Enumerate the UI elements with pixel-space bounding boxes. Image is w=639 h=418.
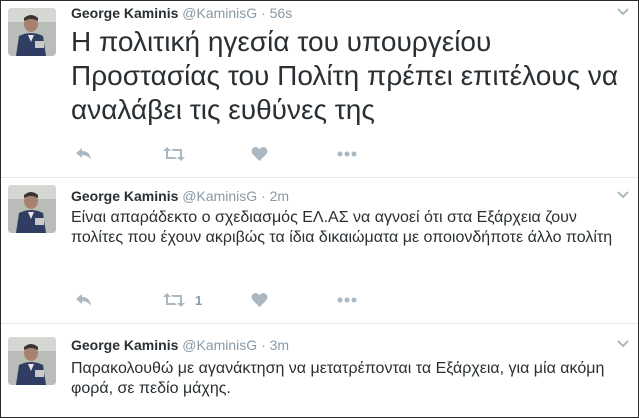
avatar[interactable] [8, 185, 56, 233]
tweet-time[interactable]: 3m [270, 337, 289, 353]
author-name[interactable]: George Kaminis [71, 337, 178, 353]
tweet[interactable]: George Kaminis @KaminisG · 2m Είναι απαρ… [1, 178, 638, 323]
timeline: George Kaminis @KaminisG · 56s Η πολιτικ… [0, 0, 639, 418]
time-separator: · [261, 337, 266, 353]
tweet-time[interactable]: 56s [270, 5, 293, 21]
retweet-count: 1 [195, 292, 203, 308]
retweet-icon[interactable]: 1 [163, 290, 202, 310]
chevron-down-icon[interactable] [616, 337, 630, 351]
tweet-actions: 1 [75, 290, 375, 310]
chevron-down-icon[interactable] [616, 188, 630, 202]
chevron-down-icon[interactable] [616, 5, 630, 19]
retweet-icon[interactable] [163, 144, 195, 164]
time-separator: · [261, 5, 266, 21]
avatar[interactable] [8, 337, 56, 385]
tweet-header: George Kaminis @KaminisG · 56s [71, 4, 292, 22]
tweet-text: Είναι απαράδεκτο ο σχεδιασμός ΕΛ.ΑΣ να α… [71, 209, 613, 246]
tweet-text: Η πολιτική ηγεσία του υπουργείου Προστασ… [71, 26, 619, 125]
author-handle[interactable]: @KaminisG [182, 5, 257, 21]
tweet-time[interactable]: 2m [270, 188, 289, 204]
more-dots-icon[interactable] [337, 290, 357, 310]
author-handle[interactable]: @KaminisG [182, 337, 257, 353]
tweet-header: George Kaminis @KaminisG · 2m [71, 187, 289, 205]
time-separator: · [261, 188, 266, 204]
tweet-text: Παρακολουθώ με αγανάκτηση να μετατρέποντ… [71, 360, 605, 397]
tweet[interactable]: George Kaminis @KaminisG · 56s Η πολιτικ… [1, 1, 638, 177]
tweet-actions [75, 144, 375, 164]
author-name[interactable]: George Kaminis [71, 5, 178, 21]
heart-icon[interactable] [251, 144, 268, 164]
avatar[interactable] [8, 8, 56, 56]
tweet[interactable]: George Kaminis @KaminisG · 3m Παρακολουθ… [1, 324, 638, 417]
author-handle[interactable]: @KaminisG [182, 188, 257, 204]
tweet-header: George Kaminis @KaminisG · 3m [71, 336, 289, 354]
reply-icon[interactable] [75, 144, 93, 164]
author-name[interactable]: George Kaminis [71, 188, 178, 204]
more-dots-icon[interactable] [337, 144, 357, 164]
reply-icon[interactable] [75, 290, 93, 310]
heart-icon[interactable] [251, 290, 268, 310]
